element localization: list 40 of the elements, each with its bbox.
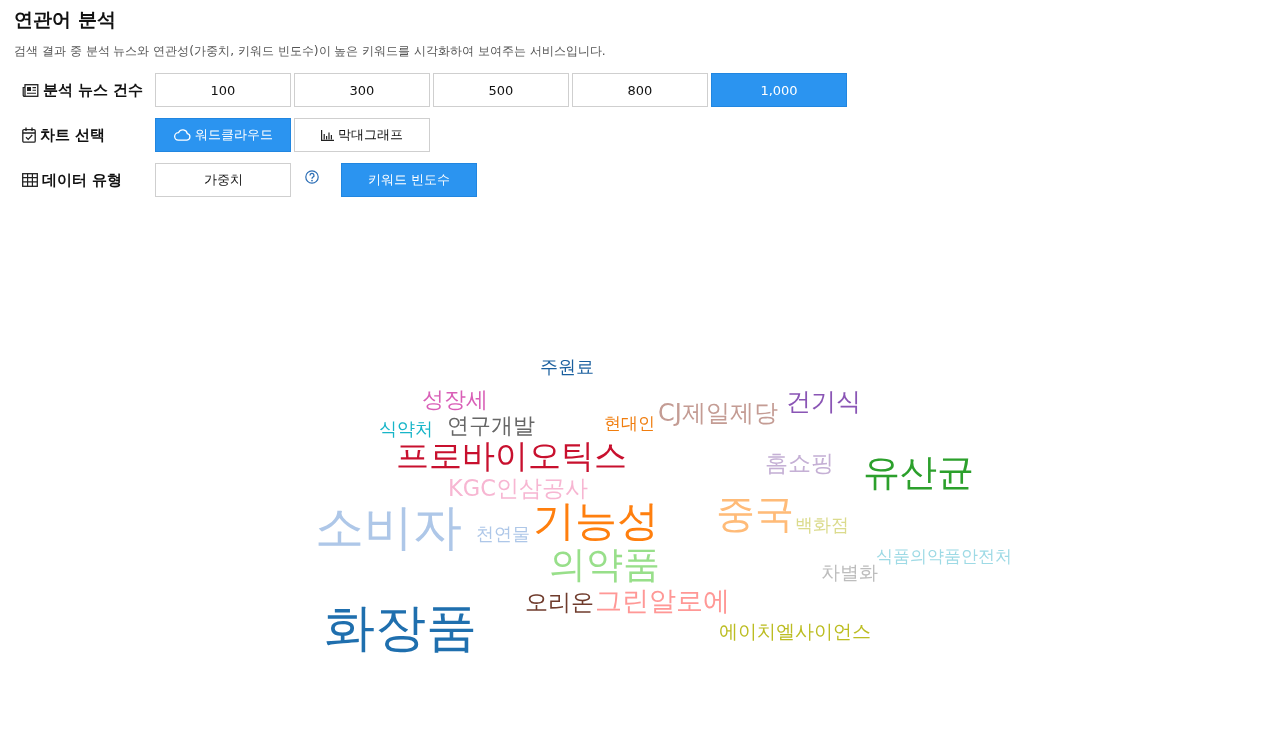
option-label: 차트 선택 [40,125,106,145]
option-button[interactable]: 500 [433,73,569,107]
calendar-check-icon [22,127,36,143]
newspaper-icon [22,83,39,97]
bar-chart-icon [321,129,334,141]
cloud-word: 화장품 [324,602,477,654]
page-title: 연관어 분석 [13,7,116,32]
cloud-word: 식약처 [379,419,433,438]
option-label: 분석 뉴스 건수 [43,80,144,100]
cloud-word: 백화점 [795,515,849,534]
option-label: 데이터 유형 [42,170,123,190]
cloud-word: 주원료 [540,358,594,377]
cloud-word: 유산균 [863,454,974,492]
cloud-word: 홈쇼핑 [765,451,834,475]
cloud-word: KGC인삼공사 [448,476,588,500]
option-button[interactable]: 100 [155,73,291,107]
cloud-word: 현대인 [604,416,655,433]
cloud-word: 의약품 [549,546,660,584]
option-button[interactable]: 300 [294,73,430,107]
cloud-word: 중국 [716,494,794,534]
cloud-word: 소비자 [315,502,462,552]
cloud-word: 천연물 [476,525,530,544]
cloud-icon [173,129,191,141]
help-icon[interactable] [305,170,319,184]
cloud-word: 성장세 [422,388,488,410]
option-button[interactable]: 800 [572,73,708,107]
option-button[interactable]: 가중치 [155,163,291,197]
cloud-word: 건기식 [786,388,861,414]
page-description: 검색 결과 중 분석 뉴스와 연관성(가중치, 키워드 빈도수)이 높은 키워드를 시각화하여 보여주는 서비스입니다. [14,43,606,60]
cloud-word: 프로바이오틱스 [396,438,627,472]
cloud-word: 연구개발 [447,415,535,438]
cloud-word: 그린알로에 [595,587,730,615]
cloud-word: CJ제일제당 [658,401,778,426]
cloud-word: 식품의약품안전처 [876,547,1012,566]
cloud-word: 에이치엘사이언스 [719,623,871,642]
option-button[interactable]: 막대그래프 [294,118,430,152]
cloud-word: 기능성 [533,499,659,542]
cloud-word: 차별화 [821,562,878,582]
table-icon [22,173,38,187]
cloud-word: 오리온 [525,590,594,614]
